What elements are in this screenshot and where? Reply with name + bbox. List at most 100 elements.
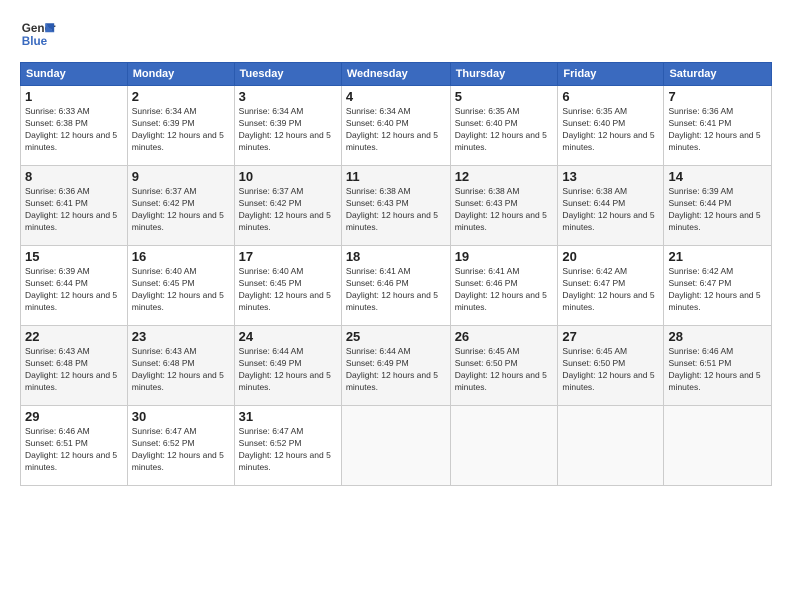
svg-text:Blue: Blue bbox=[22, 35, 48, 48]
day-info: Sunrise: 6:37 AM Sunset: 6:42 PM Dayligh… bbox=[239, 186, 337, 234]
calendar-cell: 3 Sunrise: 6:34 AM Sunset: 6:39 PM Dayli… bbox=[234, 86, 341, 166]
day-number: 26 bbox=[455, 329, 554, 344]
day-info: Sunrise: 6:41 AM Sunset: 6:46 PM Dayligh… bbox=[455, 266, 554, 314]
calendar-cell: 31 Sunrise: 6:47 AM Sunset: 6:52 PM Dayl… bbox=[234, 406, 341, 486]
day-number: 25 bbox=[346, 329, 446, 344]
day-info: Sunrise: 6:47 AM Sunset: 6:52 PM Dayligh… bbox=[132, 426, 230, 474]
day-info: Sunrise: 6:46 AM Sunset: 6:51 PM Dayligh… bbox=[668, 346, 767, 394]
day-info: Sunrise: 6:41 AM Sunset: 6:46 PM Dayligh… bbox=[346, 266, 446, 314]
day-info: Sunrise: 6:44 AM Sunset: 6:49 PM Dayligh… bbox=[239, 346, 337, 394]
calendar-week-2: 8 Sunrise: 6:36 AM Sunset: 6:41 PM Dayli… bbox=[21, 166, 772, 246]
day-number: 9 bbox=[132, 169, 230, 184]
day-number: 5 bbox=[455, 89, 554, 104]
calendar-cell: 24 Sunrise: 6:44 AM Sunset: 6:49 PM Dayl… bbox=[234, 326, 341, 406]
day-number: 13 bbox=[562, 169, 659, 184]
calendar-week-4: 22 Sunrise: 6:43 AM Sunset: 6:48 PM Dayl… bbox=[21, 326, 772, 406]
calendar-cell: 7 Sunrise: 6:36 AM Sunset: 6:41 PM Dayli… bbox=[664, 86, 772, 166]
day-info: Sunrise: 6:45 AM Sunset: 6:50 PM Dayligh… bbox=[562, 346, 659, 394]
day-info: Sunrise: 6:43 AM Sunset: 6:48 PM Dayligh… bbox=[25, 346, 123, 394]
day-info: Sunrise: 6:35 AM Sunset: 6:40 PM Dayligh… bbox=[562, 106, 659, 154]
day-number: 10 bbox=[239, 169, 337, 184]
day-number: 20 bbox=[562, 249, 659, 264]
calendar-cell: 11 Sunrise: 6:38 AM Sunset: 6:43 PM Dayl… bbox=[341, 166, 450, 246]
day-header-tuesday: Tuesday bbox=[234, 63, 341, 86]
day-number: 22 bbox=[25, 329, 123, 344]
calendar-cell: 15 Sunrise: 6:39 AM Sunset: 6:44 PM Dayl… bbox=[21, 246, 128, 326]
day-number: 12 bbox=[455, 169, 554, 184]
calendar-cell: 18 Sunrise: 6:41 AM Sunset: 6:46 PM Dayl… bbox=[341, 246, 450, 326]
day-number: 24 bbox=[239, 329, 337, 344]
calendar-cell: 19 Sunrise: 6:41 AM Sunset: 6:46 PM Dayl… bbox=[450, 246, 558, 326]
day-number: 3 bbox=[239, 89, 337, 104]
day-number: 6 bbox=[562, 89, 659, 104]
day-header-monday: Monday bbox=[127, 63, 234, 86]
calendar-cell: 2 Sunrise: 6:34 AM Sunset: 6:39 PM Dayli… bbox=[127, 86, 234, 166]
day-info: Sunrise: 6:35 AM Sunset: 6:40 PM Dayligh… bbox=[455, 106, 554, 154]
day-info: Sunrise: 6:42 AM Sunset: 6:47 PM Dayligh… bbox=[562, 266, 659, 314]
calendar-cell: 25 Sunrise: 6:44 AM Sunset: 6:49 PM Dayl… bbox=[341, 326, 450, 406]
day-header-wednesday: Wednesday bbox=[341, 63, 450, 86]
day-number: 14 bbox=[668, 169, 767, 184]
calendar-cell: 14 Sunrise: 6:39 AM Sunset: 6:44 PM Dayl… bbox=[664, 166, 772, 246]
calendar-cell: 28 Sunrise: 6:46 AM Sunset: 6:51 PM Dayl… bbox=[664, 326, 772, 406]
day-number: 19 bbox=[455, 249, 554, 264]
day-header-sunday: Sunday bbox=[21, 63, 128, 86]
day-number: 2 bbox=[132, 89, 230, 104]
day-number: 17 bbox=[239, 249, 337, 264]
day-info: Sunrise: 6:37 AM Sunset: 6:42 PM Dayligh… bbox=[132, 186, 230, 234]
header: General Blue bbox=[20, 16, 772, 52]
calendar-cell: 21 Sunrise: 6:42 AM Sunset: 6:47 PM Dayl… bbox=[664, 246, 772, 326]
day-info: Sunrise: 6:39 AM Sunset: 6:44 PM Dayligh… bbox=[668, 186, 767, 234]
day-number: 30 bbox=[132, 409, 230, 424]
day-number: 1 bbox=[25, 89, 123, 104]
calendar-cell: 17 Sunrise: 6:40 AM Sunset: 6:45 PM Dayl… bbox=[234, 246, 341, 326]
calendar-week-3: 15 Sunrise: 6:39 AM Sunset: 6:44 PM Dayl… bbox=[21, 246, 772, 326]
day-header-saturday: Saturday bbox=[664, 63, 772, 86]
calendar-cell: 20 Sunrise: 6:42 AM Sunset: 6:47 PM Dayl… bbox=[558, 246, 664, 326]
day-info: Sunrise: 6:40 AM Sunset: 6:45 PM Dayligh… bbox=[132, 266, 230, 314]
calendar-cell: 13 Sunrise: 6:38 AM Sunset: 6:44 PM Dayl… bbox=[558, 166, 664, 246]
day-info: Sunrise: 6:39 AM Sunset: 6:44 PM Dayligh… bbox=[25, 266, 123, 314]
day-info: Sunrise: 6:36 AM Sunset: 6:41 PM Dayligh… bbox=[668, 106, 767, 154]
day-number: 11 bbox=[346, 169, 446, 184]
calendar-cell: 12 Sunrise: 6:38 AM Sunset: 6:43 PM Dayl… bbox=[450, 166, 558, 246]
calendar-week-5: 29 Sunrise: 6:46 AM Sunset: 6:51 PM Dayl… bbox=[21, 406, 772, 486]
calendar-cell: 5 Sunrise: 6:35 AM Sunset: 6:40 PM Dayli… bbox=[450, 86, 558, 166]
day-number: 18 bbox=[346, 249, 446, 264]
calendar-cell: 8 Sunrise: 6:36 AM Sunset: 6:41 PM Dayli… bbox=[21, 166, 128, 246]
calendar-cell bbox=[450, 406, 558, 486]
day-info: Sunrise: 6:33 AM Sunset: 6:38 PM Dayligh… bbox=[25, 106, 123, 154]
day-info: Sunrise: 6:40 AM Sunset: 6:45 PM Dayligh… bbox=[239, 266, 337, 314]
day-info: Sunrise: 6:42 AM Sunset: 6:47 PM Dayligh… bbox=[668, 266, 767, 314]
calendar-week-1: 1 Sunrise: 6:33 AM Sunset: 6:38 PM Dayli… bbox=[21, 86, 772, 166]
day-info: Sunrise: 6:34 AM Sunset: 6:39 PM Dayligh… bbox=[239, 106, 337, 154]
calendar-cell: 6 Sunrise: 6:35 AM Sunset: 6:40 PM Dayli… bbox=[558, 86, 664, 166]
day-number: 7 bbox=[668, 89, 767, 104]
day-info: Sunrise: 6:34 AM Sunset: 6:40 PM Dayligh… bbox=[346, 106, 446, 154]
calendar-cell: 29 Sunrise: 6:46 AM Sunset: 6:51 PM Dayl… bbox=[21, 406, 128, 486]
logo-icon: General Blue bbox=[20, 16, 56, 52]
day-info: Sunrise: 6:43 AM Sunset: 6:48 PM Dayligh… bbox=[132, 346, 230, 394]
day-info: Sunrise: 6:34 AM Sunset: 6:39 PM Dayligh… bbox=[132, 106, 230, 154]
day-info: Sunrise: 6:38 AM Sunset: 6:44 PM Dayligh… bbox=[562, 186, 659, 234]
calendar-cell bbox=[664, 406, 772, 486]
day-number: 29 bbox=[25, 409, 123, 424]
calendar-cell: 22 Sunrise: 6:43 AM Sunset: 6:48 PM Dayl… bbox=[21, 326, 128, 406]
day-number: 31 bbox=[239, 409, 337, 424]
calendar-cell: 16 Sunrise: 6:40 AM Sunset: 6:45 PM Dayl… bbox=[127, 246, 234, 326]
day-info: Sunrise: 6:36 AM Sunset: 6:41 PM Dayligh… bbox=[25, 186, 123, 234]
day-info: Sunrise: 6:44 AM Sunset: 6:49 PM Dayligh… bbox=[346, 346, 446, 394]
calendar-cell: 4 Sunrise: 6:34 AM Sunset: 6:40 PM Dayli… bbox=[341, 86, 450, 166]
day-info: Sunrise: 6:47 AM Sunset: 6:52 PM Dayligh… bbox=[239, 426, 337, 474]
calendar-cell: 9 Sunrise: 6:37 AM Sunset: 6:42 PM Dayli… bbox=[127, 166, 234, 246]
day-info: Sunrise: 6:38 AM Sunset: 6:43 PM Dayligh… bbox=[455, 186, 554, 234]
page: General Blue SundayMondayTuesdayWednesda… bbox=[0, 0, 792, 612]
calendar-cell: 10 Sunrise: 6:37 AM Sunset: 6:42 PM Dayl… bbox=[234, 166, 341, 246]
calendar-cell bbox=[558, 406, 664, 486]
day-info: Sunrise: 6:46 AM Sunset: 6:51 PM Dayligh… bbox=[25, 426, 123, 474]
calendar-cell: 23 Sunrise: 6:43 AM Sunset: 6:48 PM Dayl… bbox=[127, 326, 234, 406]
day-number: 27 bbox=[562, 329, 659, 344]
day-header-thursday: Thursday bbox=[450, 63, 558, 86]
calendar-cell: 30 Sunrise: 6:47 AM Sunset: 6:52 PM Dayl… bbox=[127, 406, 234, 486]
day-info: Sunrise: 6:38 AM Sunset: 6:43 PM Dayligh… bbox=[346, 186, 446, 234]
